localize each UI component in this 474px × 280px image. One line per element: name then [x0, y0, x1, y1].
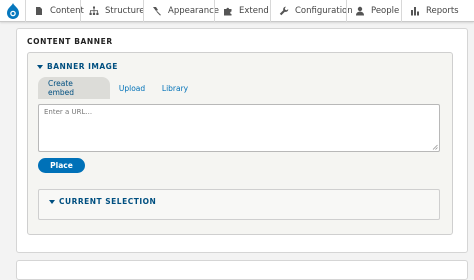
current-selection-toggle[interactable]: CURRENT SELECTION — [49, 197, 156, 206]
url-input[interactable] — [38, 104, 440, 152]
person-icon — [356, 6, 364, 15]
toolbar-item-appearance[interactable]: Appearance — [143, 0, 219, 22]
current-selection-title: CURRENT SELECTION — [59, 197, 157, 206]
toolbar-item-label: Structure — [105, 5, 145, 16]
page-icon — [36, 6, 42, 15]
toolbar-item-extend[interactable]: Extend — [214, 0, 270, 22]
toolbar-item-label: Configuration — [295, 5, 353, 16]
caret-down-icon — [49, 199, 55, 204]
drupal-logo-icon[interactable] — [0, 0, 25, 22]
toolbar-item-reports[interactable]: Reports — [401, 0, 459, 22]
caret-down-icon — [37, 64, 43, 69]
tab-library[interactable]: Library — [154, 77, 196, 99]
place-button[interactable]: Place — [38, 158, 85, 173]
banner-image-title: BANNER IMAGE — [47, 62, 118, 71]
toolbar-item-label: Extend — [239, 5, 269, 16]
bar-chart-icon — [411, 6, 419, 15]
toolbar-item-label: Appearance — [168, 5, 220, 16]
toolbar-item-label: Reports — [426, 5, 459, 16]
sitemap-icon — [89, 6, 99, 15]
admin-toolbar: Content Structure Appearance Extend Conf… — [0, 0, 474, 22]
tab-create-embed[interactable]: Create embed — [38, 77, 110, 99]
puzzle-icon — [224, 7, 232, 15]
media-source-tabs: Create embed Upload Library — [38, 77, 196, 99]
banner-image-toggle[interactable]: BANNER IMAGE — [37, 62, 118, 71]
toolbar-item-structure[interactable]: Structure — [80, 0, 145, 22]
toolbar-item-label: Content — [50, 5, 84, 16]
tab-upload[interactable]: Upload — [110, 77, 154, 99]
toolbar-item-label: People — [371, 5, 400, 16]
content-banner-title: CONTENT BANNER — [27, 37, 113, 46]
toolbar-item-configuration[interactable]: Configuration — [270, 0, 353, 22]
resize-grip-icon[interactable] — [432, 144, 438, 150]
toolbar-item-content[interactable]: Content — [25, 0, 84, 22]
next-panel — [16, 260, 468, 280]
toolbar-item-people[interactable]: People — [346, 0, 401, 22]
paint-brush-icon — [153, 6, 161, 15]
wrench-icon — [279, 6, 289, 15]
